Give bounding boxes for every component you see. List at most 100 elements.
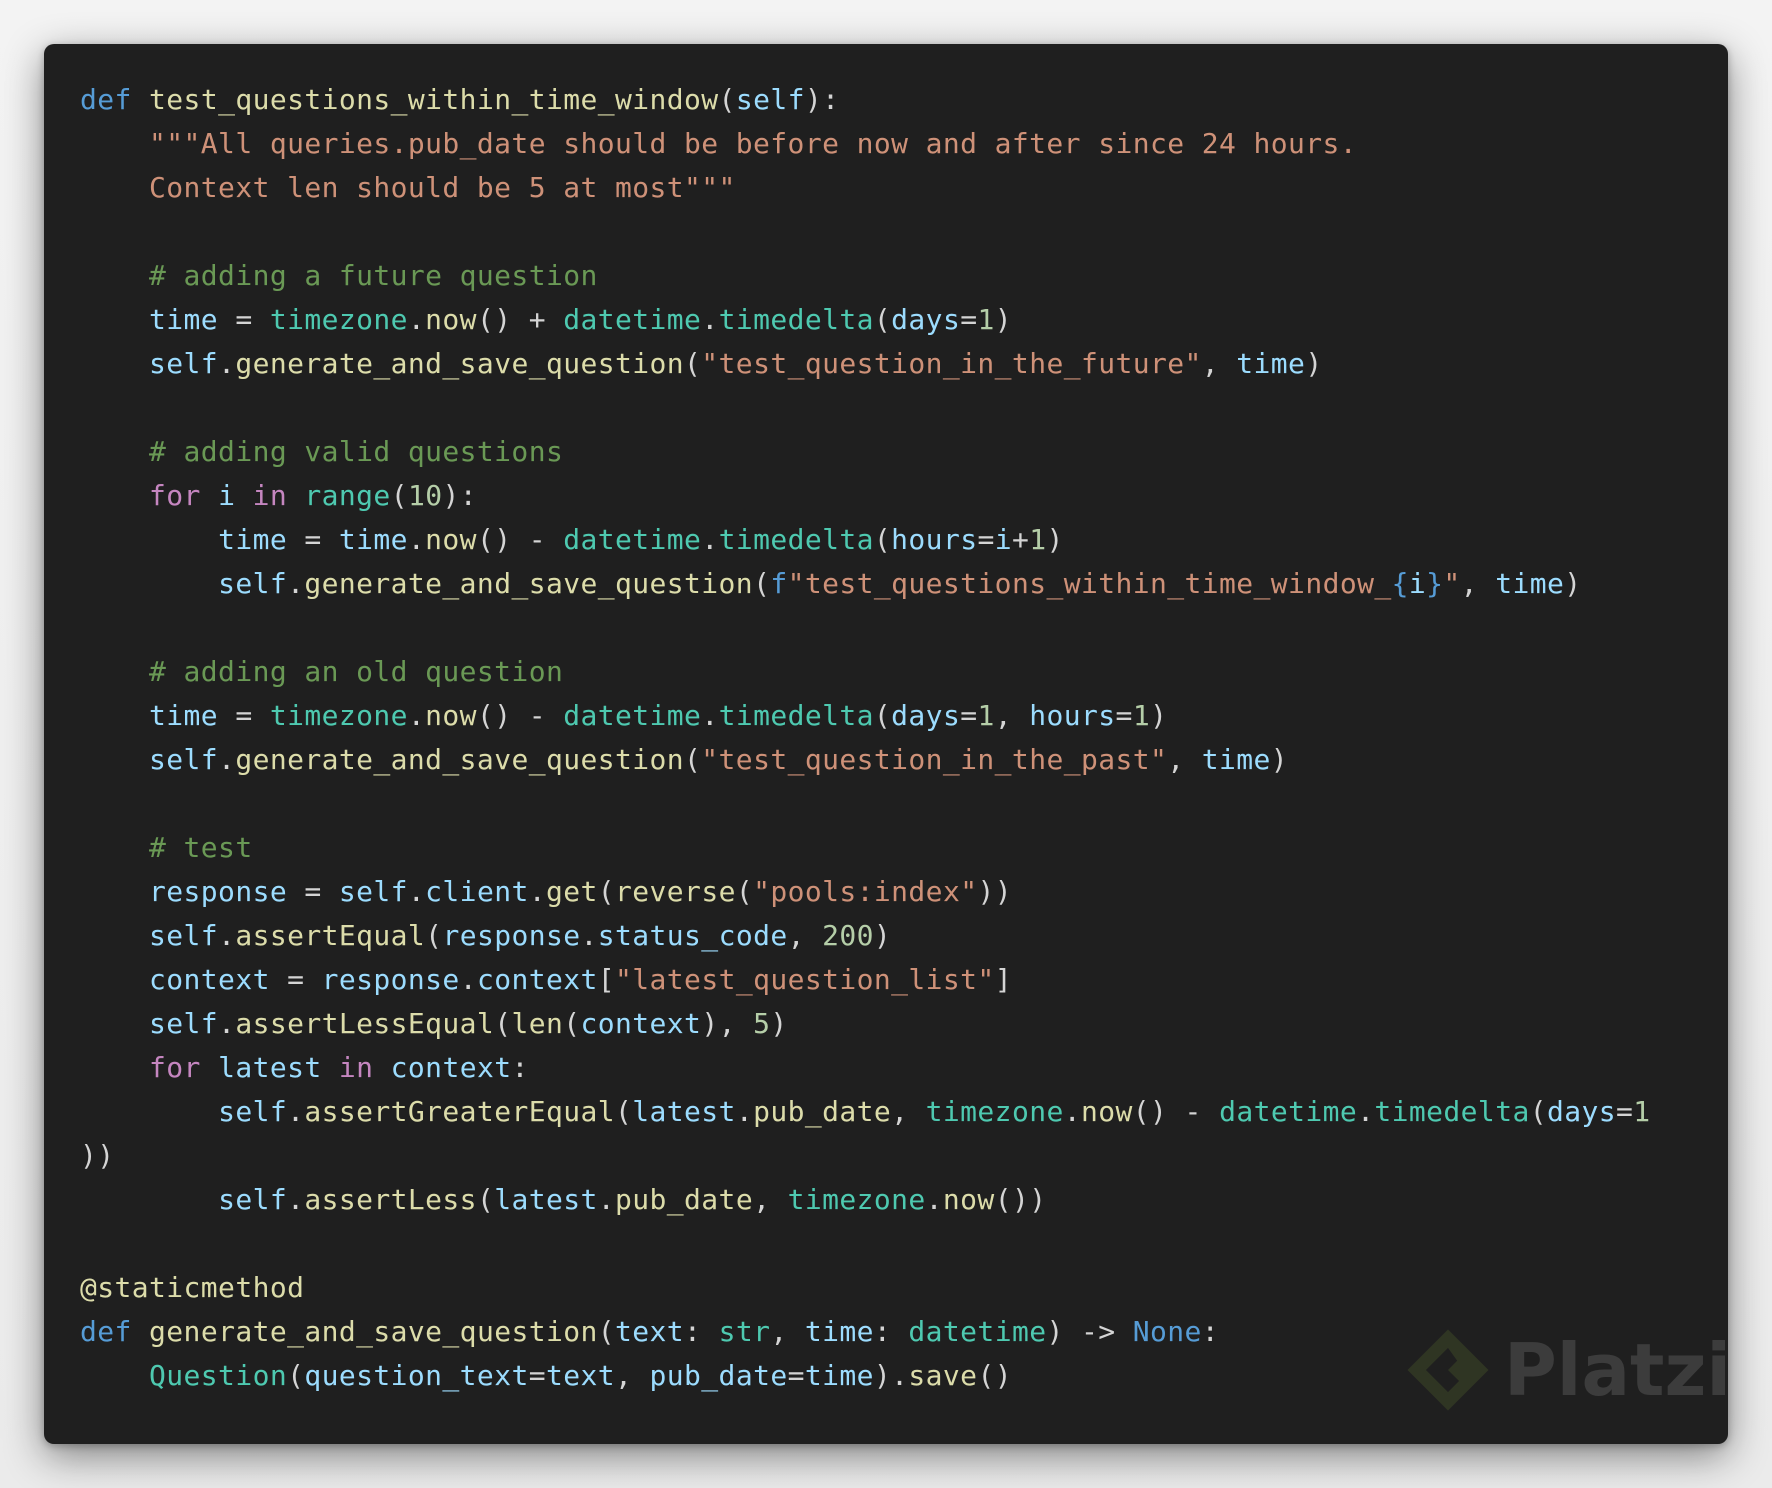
code-token: response [442, 919, 581, 952]
code-token: now [425, 303, 477, 336]
code-token: time [1495, 567, 1565, 600]
code-token: save [908, 1359, 978, 1392]
code-token: ) [1305, 347, 1323, 380]
code-token: = [787, 1359, 805, 1392]
code-token: self [218, 567, 288, 600]
code-token: time [338, 523, 408, 556]
code-token: ( [597, 1315, 616, 1348]
code-token: 10 [407, 479, 443, 512]
code-token: "pools:index" [753, 875, 978, 908]
code-token: hours [1029, 699, 1116, 732]
code-token: . [407, 523, 426, 556]
code-token: )) [80, 1139, 115, 1172]
code-token: ) [1564, 567, 1582, 600]
code-token: . [218, 347, 236, 380]
code-token: context [390, 1051, 512, 1084]
code-line: self.assertGreaterEqual(latest.pub_date,… [80, 1090, 1651, 1134]
code-token: latest [494, 1183, 598, 1216]
code-token: . [701, 699, 719, 732]
code-token: time [804, 1315, 874, 1348]
code-token: generate_and_save_question [149, 1315, 598, 1348]
code-token: = [1616, 1095, 1634, 1128]
code-token: # adding an old question [149, 655, 564, 688]
code-line: context = response.context["latest_quest… [80, 958, 1651, 1002]
code-token: time [1201, 743, 1271, 776]
code-token: . [459, 963, 477, 996]
code-line: self.assertLessEqual(len(context), 5) [80, 1002, 1651, 1046]
code-token: = [960, 699, 978, 732]
code-token: i [1408, 567, 1427, 600]
code-token: time [149, 303, 219, 336]
code-token: datetime [908, 1315, 1047, 1348]
code-token: = [269, 963, 322, 996]
code-token: ): [804, 83, 840, 116]
code-line: self.assertEqual(response.status_code, 2… [80, 914, 1651, 958]
code-token: latest [218, 1051, 322, 1084]
code-token: . [287, 1183, 305, 1216]
code-token: hours [891, 523, 978, 556]
code-token: get [545, 875, 598, 908]
code-token: days [891, 699, 961, 732]
code-token: = [528, 1359, 546, 1392]
code-token: 5 [753, 1007, 771, 1040]
code-token: = [218, 699, 270, 732]
code-token: timezone [269, 699, 408, 732]
code-token: timedelta [718, 699, 874, 732]
code-token: ) [770, 1007, 788, 1040]
code-token: . [407, 303, 426, 336]
code-token: time [1236, 347, 1306, 380]
code-token: in [338, 1051, 374, 1084]
code-token: Context len should be 5 at most""" [149, 171, 736, 204]
code-token: assertLess [304, 1183, 477, 1216]
code-token: = [1115, 699, 1133, 732]
code-token: , [753, 1183, 788, 1216]
code-token: : [684, 1315, 719, 1348]
code-line: # adding valid questions [80, 430, 1651, 474]
code-line: # test [80, 826, 1651, 870]
code-token: timezone [925, 1095, 1064, 1128]
code-line: # adding a future question [80, 254, 1651, 298]
code-token: ( [615, 1095, 633, 1128]
code-line: Context len should be 5 at most""" [80, 166, 1651, 210]
code-token: 200 [822, 919, 874, 952]
code-token: str [718, 1315, 771, 1348]
code-token: pub_date [753, 1095, 892, 1128]
code-token: ) [1150, 699, 1168, 732]
code-token: . [287, 1095, 305, 1128]
code-token: = [960, 303, 978, 336]
code-token: text [615, 1315, 685, 1348]
code-token: ): [442, 479, 477, 512]
code-token: self [149, 743, 219, 776]
code-token: datetime [1219, 1095, 1358, 1128]
code-token: datetime [563, 523, 702, 556]
code-line: self.generate_and_save_question("test_qu… [80, 342, 1651, 386]
code-token: 1 [1132, 699, 1151, 732]
code-token: ). [873, 1359, 909, 1392]
code-token: = [287, 523, 339, 556]
code-token: time [218, 523, 288, 556]
code-token: assertLessEqual [235, 1007, 495, 1040]
code-token: ) [873, 919, 892, 952]
code-token: @staticmethod [80, 1271, 305, 1304]
code-token: self [149, 919, 219, 952]
code-token: f [770, 567, 788, 600]
code-token: now [1080, 1095, 1133, 1128]
code-line: @staticmethod [80, 1266, 1651, 1310]
code-token: . [701, 303, 719, 336]
code-token: # adding a future question [149, 259, 598, 292]
